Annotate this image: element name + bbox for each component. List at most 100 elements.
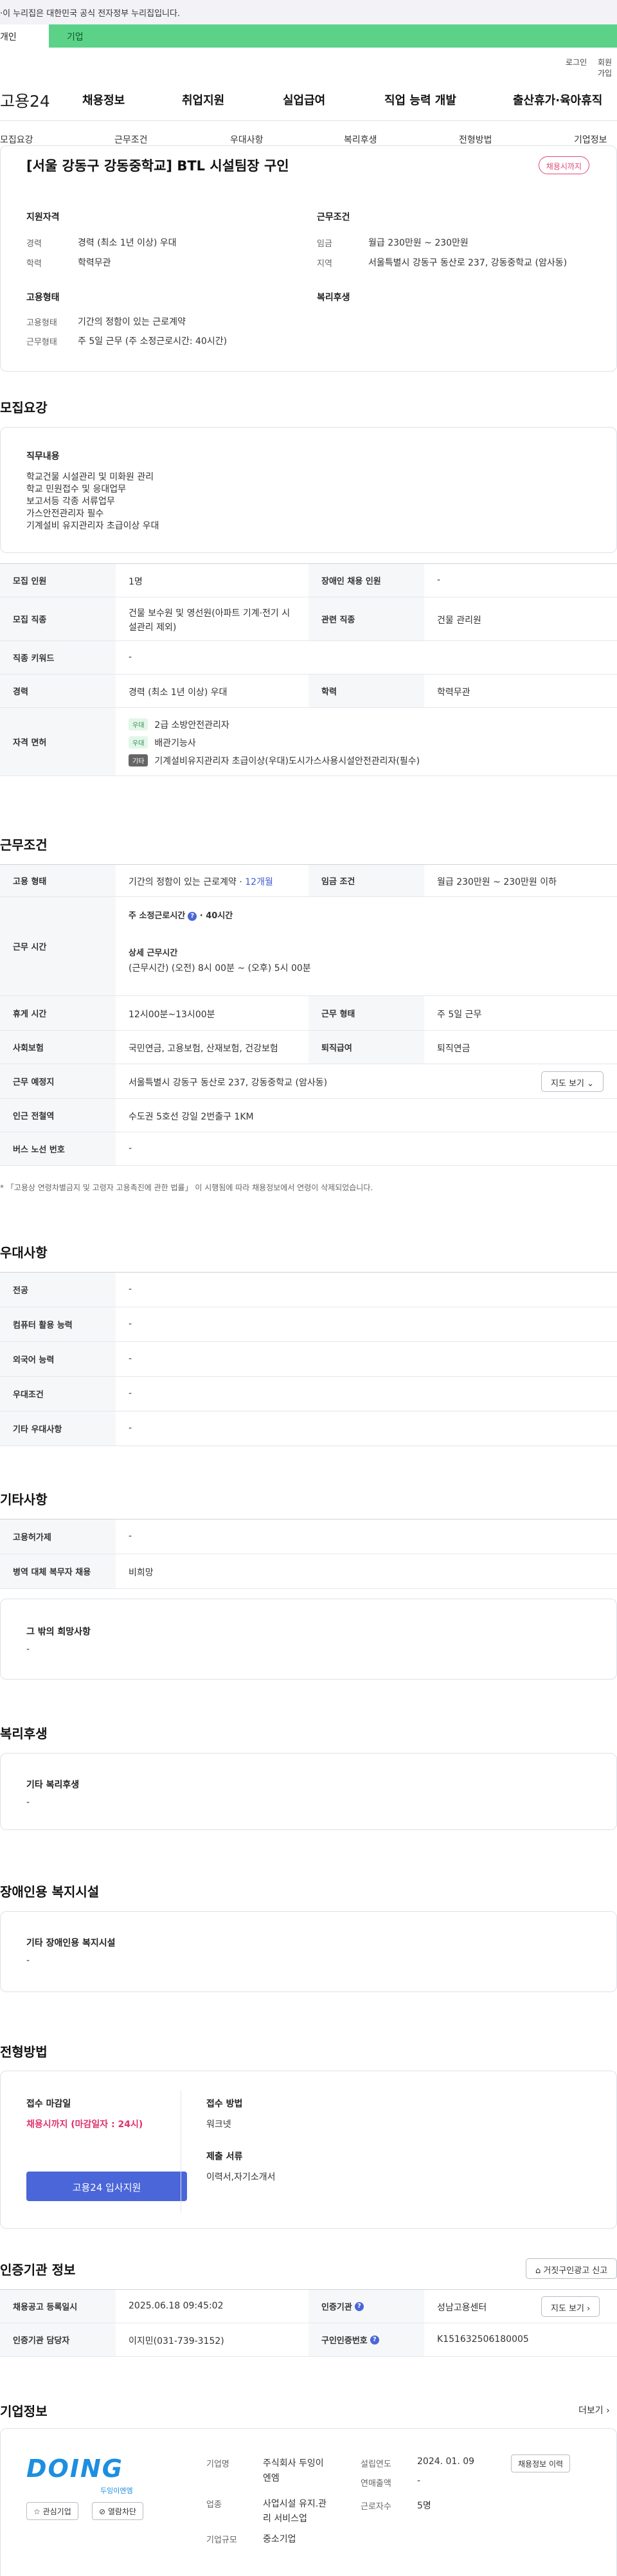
welfare-box-heading: 기타 복리후생 — [26, 1780, 80, 1790]
gnb-unemployment-benefit[interactable]: 실업급여 — [283, 91, 325, 108]
tab-individual[interactable]: 개인 — [0, 24, 49, 48]
map-button[interactable]: 지도 보기 ⌄ — [541, 1071, 604, 1092]
condition-heading: 근무조건 — [317, 212, 350, 222]
tab-corporate[interactable]: 기업 — [67, 30, 84, 43]
detail-label: 상세 근무시간 — [129, 948, 178, 958]
pref-etc-label: 기타 우대사항 — [0, 1411, 116, 1446]
status-badge: 채용시까지 — [538, 156, 589, 174]
table-row: 고용 형태 기간의 정함이 있는 근로계약 · 12개월 임금 조건 월급 23… — [0, 865, 617, 897]
reg-label: 채용공고 등록일시 — [0, 2290, 116, 2323]
welfare-box: 기타 복리후생 - — [0, 1753, 617, 1830]
snb-recruit[interactable]: 모집요강 — [0, 133, 33, 146]
block-icon: ⊘ — [99, 2507, 106, 2516]
manager-label: 인증기관 담당자 — [0, 2323, 116, 2356]
deadline-heading: 접수 마감일 — [26, 2099, 71, 2109]
company-more-link[interactable]: 더보기 › — [578, 2404, 610, 2417]
snb-selection[interactable]: 전형방법 — [459, 133, 492, 146]
license-label: 자격 면허 — [0, 708, 116, 776]
snb-work[interactable]: 근무조건 — [114, 133, 148, 146]
map-button-label: 지도 보기 — [551, 2304, 584, 2314]
duty-line: 가스안전관리자 필수 — [26, 509, 104, 519]
method-value: 워크넷 — [206, 2119, 231, 2130]
weekly-label: 주 소정근로시간 — [129, 911, 186, 921]
report-button[interactable]: ⌂ 거짓구인광고 신고 — [526, 2258, 617, 2279]
age-note: * 「고용상 연령차별금지 및 고령자 고용촉진에 관한 법률」 이 시행됨에 … — [0, 1183, 373, 1192]
help-icon[interactable]: ? — [370, 2335, 379, 2345]
form-value: 주 5일 근무 — [437, 1010, 482, 1020]
license-name: 배관기능사 — [154, 738, 196, 748]
etc-table: 고용허가제 - 병역 대체 복무자 채용 비희망 — [0, 1519, 617, 1589]
wage-value: 월급 230만원 ~ 230만원 — [368, 238, 469, 248]
pref-etc-value: - — [129, 1423, 132, 1433]
size-value: 중소기업 — [263, 2534, 296, 2544]
selection-box: 접수 마감일 채용시까지 (마감일자 : 24시) 고용24 입사지원 접수 방… — [0, 2071, 617, 2229]
signup-link[interactable]: 회원가입 — [598, 57, 617, 78]
count-value: 1명 — [129, 577, 143, 587]
gov-banner: ·이 누리집은 대한민국 공식 전자정부 누리집입니다. — [0, 0, 617, 24]
job-title: [서울 강동구 강동중학교] BTL 시설팀장 구인 — [26, 158, 289, 174]
main-nav: 고용24 채용정보 취업지원 실업급여 직업 능력 개발 출산휴가·육아휴직 — [0, 78, 617, 121]
area-value: 서울특별시 강동구 동산로 237, 강동중학교 (암사동) — [368, 258, 568, 268]
severance-value: 퇴직연금 — [437, 1044, 470, 1054]
home-icon: ⌂ — [535, 2266, 541, 2276]
edu-label: 학력 — [308, 675, 424, 707]
military-value: 비희망 — [129, 1568, 154, 1578]
license-item: 기타 기계설비유지관리자 초급이상(우대)도시가스사용시설안전관리자(필수) — [129, 754, 420, 767]
language-label: 외국어 능력 — [0, 1342, 116, 1376]
bus-label: 버스 노선 번호 — [0, 1132, 116, 1165]
table-row: 기타 우대사항 - — [0, 1411, 617, 1446]
gnb-job-training[interactable]: 직업 능력 개발 — [384, 91, 456, 108]
table-row: 자격 면허 우대 2급 소방안전관리자 우대 배관기능사 기타 기계설비유지관리자 초… — [0, 708, 617, 776]
table-row: 직종 키워드 - — [0, 641, 617, 675]
eps-label: 고용허가제 — [0, 1519, 116, 1554]
staff-value: 5명 — [417, 2501, 431, 2511]
user-type-tabs: 개인 기업 — [0, 24, 617, 48]
login-link[interactable]: 로그인 — [566, 57, 587, 68]
gnb-parental-leave[interactable]: 출산휴가·육아휴직 — [513, 91, 602, 108]
pref-cond-label: 우대조건 — [0, 1377, 116, 1411]
snb-company[interactable]: 기업정보 — [574, 133, 607, 146]
company-logo-sub: 두잉이엔엠 — [100, 2487, 133, 2495]
sales-label: 연매출액 — [361, 2479, 391, 2489]
welfare-box-value: - — [26, 1797, 30, 1808]
license-tag: 우대 — [129, 736, 148, 748]
work-table: 고용 형태 기간의 정함이 있는 근로계약 · 12개월 임금 조건 월급 23… — [0, 864, 617, 1173]
major-value: - — [129, 1284, 132, 1294]
apply-button[interactable]: 고용24 입사지원 — [26, 2172, 187, 2201]
method-heading: 접수 방법 — [206, 2099, 243, 2109]
reg-value: 2025.06.18 09:45:02 — [129, 2301, 224, 2311]
table-row: 컴퓨터 활용 능력 - — [0, 1307, 617, 1342]
work-heading: 근무조건 — [0, 837, 48, 853]
duty-heading: 직무내용 — [26, 451, 60, 462]
table-row: 우대조건 - — [0, 1377, 617, 1411]
agency-map-button[interactable]: 지도 보기 › — [541, 2296, 600, 2317]
site-logo[interactable]: 고용24 — [0, 89, 50, 112]
table-row: 근무 예정지 서울특별시 강동구 동산로 237, 강동중학교 (암사동) 지도… — [0, 1064, 617, 1099]
disabled-value: - — [437, 575, 441, 585]
chevron-down-icon: ⌄ — [587, 1079, 595, 1089]
station-label: 인근 전철역 — [0, 1099, 116, 1132]
help-icon[interactable]: ? — [188, 912, 197, 921]
cert-heading: 인증기관 정보 — [0, 2262, 76, 2278]
snb-welfare[interactable]: 복리후생 — [344, 133, 377, 146]
license-tag: 우대 — [129, 718, 148, 730]
help-icon[interactable]: ? — [354, 2301, 364, 2311]
snb-preference[interactable]: 우대사항 — [230, 133, 264, 146]
favorite-company-button[interactable]: ☆ 관심기업 — [26, 2502, 78, 2520]
established-label: 설립연도 — [361, 2460, 391, 2469]
staff-label: 근로자수 — [361, 2502, 391, 2512]
license-name: 기계설비유지관리자 초급이상(우대)도시가스사용시설안전관리자(필수) — [154, 756, 420, 766]
rest-label: 휴게 시간 — [0, 996, 116, 1030]
wage-label: 임금 — [317, 239, 332, 249]
job-history-button[interactable]: 채용정보 이력 — [511, 2454, 571, 2472]
job-value-line2: 설관리 제외) — [129, 622, 177, 633]
detail-value: (근무시간) (오전) 8시 00분 ~ (오후) 5시 00분 — [129, 963, 311, 974]
wage-value: 월급 230만원 ~ 230만원 이하 — [437, 877, 557, 887]
gnb-jobs[interactable]: 채용정보 — [82, 91, 125, 108]
table-row: 외국어 능력 - — [0, 1342, 617, 1377]
selection-heading: 전형방법 — [0, 2044, 48, 2060]
gnb-employment-support[interactable]: 취업지원 — [182, 91, 224, 108]
computer-label: 컴퓨터 활용 능력 — [0, 1307, 116, 1341]
block-view-button[interactable]: ⊘ 열람차단 — [92, 2502, 144, 2520]
facility-box-heading: 기타 장애인용 복지시설 — [26, 1938, 116, 1948]
